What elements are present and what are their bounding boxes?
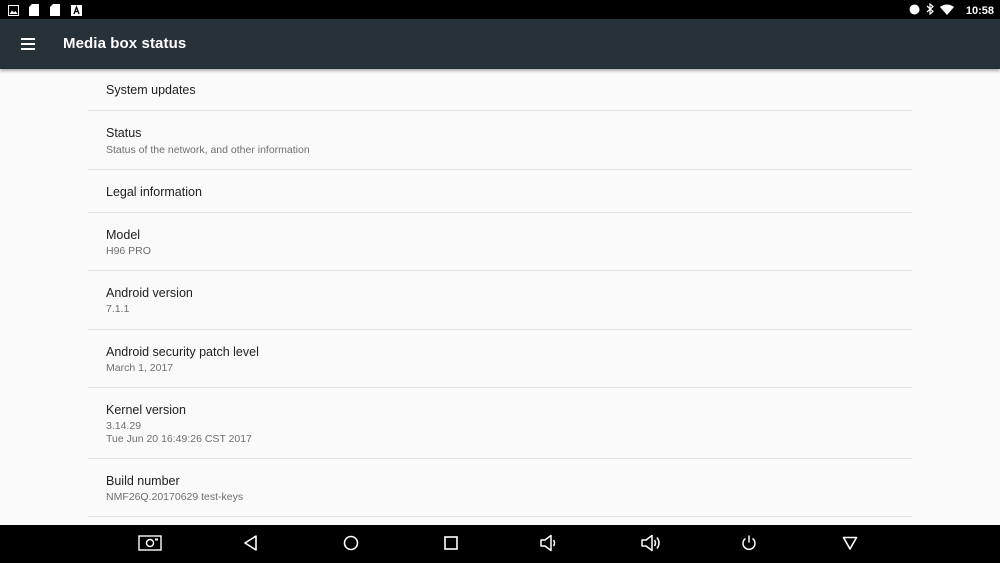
recents-icon[interactable] [442, 534, 466, 554]
item-subtitle: 3.14.29 Tue Jun 20 16:49:26 CST 2017 [106, 420, 252, 445]
hide-bar-icon[interactable] [841, 534, 865, 554]
list-item-kernel-version[interactable]: Kernel version 3.14.29 Tue Jun 20 16:49:… [88, 388, 912, 459]
volume-down-icon[interactable] [539, 534, 563, 554]
list-item-android-version[interactable]: Android version 7.1.1 [88, 271, 912, 330]
text-a-icon [71, 3, 83, 16]
app-toolbar: Media box status [0, 19, 1000, 69]
item-title: Android version [106, 286, 193, 300]
image-icon [8, 3, 20, 16]
list-item-status[interactable]: Status Status of the network, and other … [88, 111, 912, 170]
item-subtitle: H96 PRO [106, 245, 151, 257]
item-title: Build number [106, 474, 180, 488]
item-subtitle: March 1, 2017 [106, 362, 174, 374]
hamburger-menu-icon[interactable] [14, 32, 42, 56]
home-icon[interactable] [342, 534, 366, 554]
list-item-model[interactable]: Model H96 PRO [88, 213, 912, 271]
clock-time: 10:58 [965, 5, 994, 17]
sd-card-icon [29, 3, 41, 16]
bluetooth-icon [926, 2, 934, 20]
back-icon[interactable] [242, 534, 266, 554]
sd-card-icon [50, 3, 62, 16]
item-subtitle: NMF26Q.20170629 test-keys [106, 491, 244, 503]
screenshot-icon[interactable] [138, 534, 162, 554]
item-title: Status [106, 126, 142, 140]
wifi-icon [939, 2, 954, 20]
item-title: Android security patch level [106, 345, 259, 359]
item-subtitle: 7.1.1 [106, 303, 130, 315]
item-title: System updates [106, 83, 196, 97]
power-icon[interactable] [740, 534, 764, 554]
volume-up-icon[interactable] [640, 534, 664, 554]
settings-list: System updates Status Status of the netw… [0, 69, 1000, 525]
status-bar: 10:58 [0, 0, 1000, 19]
navigation-bar [0, 525, 1000, 563]
item-title: Legal information [106, 185, 202, 199]
list-item-legal-information[interactable]: Legal information [88, 170, 912, 213]
list-item-system-updates[interactable]: System updates [88, 69, 912, 111]
list-item-security-patch-level[interactable]: Android security patch level March 1, 20… [88, 330, 912, 388]
item-title: Kernel version [106, 403, 186, 417]
item-title: Model [106, 228, 141, 242]
page-title: Media box status [63, 35, 187, 52]
item-subtitle: Status of the network, and other informa… [106, 144, 310, 156]
list-item-build-number[interactable]: Build number NMF26Q.20170629 test-keys [88, 459, 912, 517]
circle-icon [909, 2, 920, 20]
